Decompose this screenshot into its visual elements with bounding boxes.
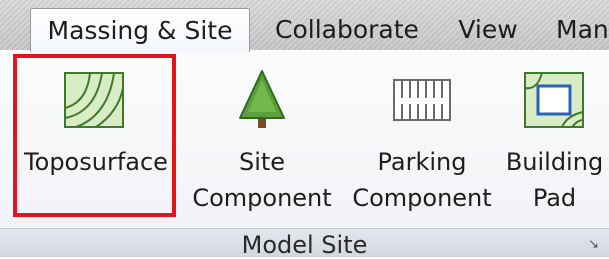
model-site-panel: Toposurface Site Component Parking Compo… — [0, 50, 609, 228]
tree-icon — [239, 70, 285, 128]
panel-title: Model Site — [241, 231, 368, 259]
building-pad-label: Building Pad — [505, 148, 604, 212]
panel-footer: Model Site ↘ — [0, 228, 609, 259]
tab-collaborate[interactable]: Collaborate — [262, 8, 432, 50]
tab-view[interactable]: View — [448, 8, 528, 50]
toposurface-icon — [64, 72, 124, 128]
toposurface-button[interactable]: Toposurface — [16, 50, 176, 228]
site-component-label: Site Component — [192, 148, 332, 212]
parking-icon — [393, 79, 451, 121]
toposurface-label: Toposurface — [24, 148, 168, 176]
building-pad-icon — [524, 72, 584, 128]
building-pad-button[interactable]: Building Pad — [500, 50, 609, 228]
ribbon-tab-bar: Massing & Site Collaborate View Man — [0, 0, 609, 52]
site-component-button[interactable]: Site Component — [188, 50, 336, 228]
dialog-launcher-icon[interactable]: ↘ — [588, 237, 599, 252]
tab-massing-site[interactable]: Massing & Site — [30, 8, 250, 52]
tab-manage[interactable]: Man — [556, 8, 609, 50]
parking-component-label: Parking Component — [352, 148, 492, 212]
parking-component-button[interactable]: Parking Component — [348, 50, 496, 228]
